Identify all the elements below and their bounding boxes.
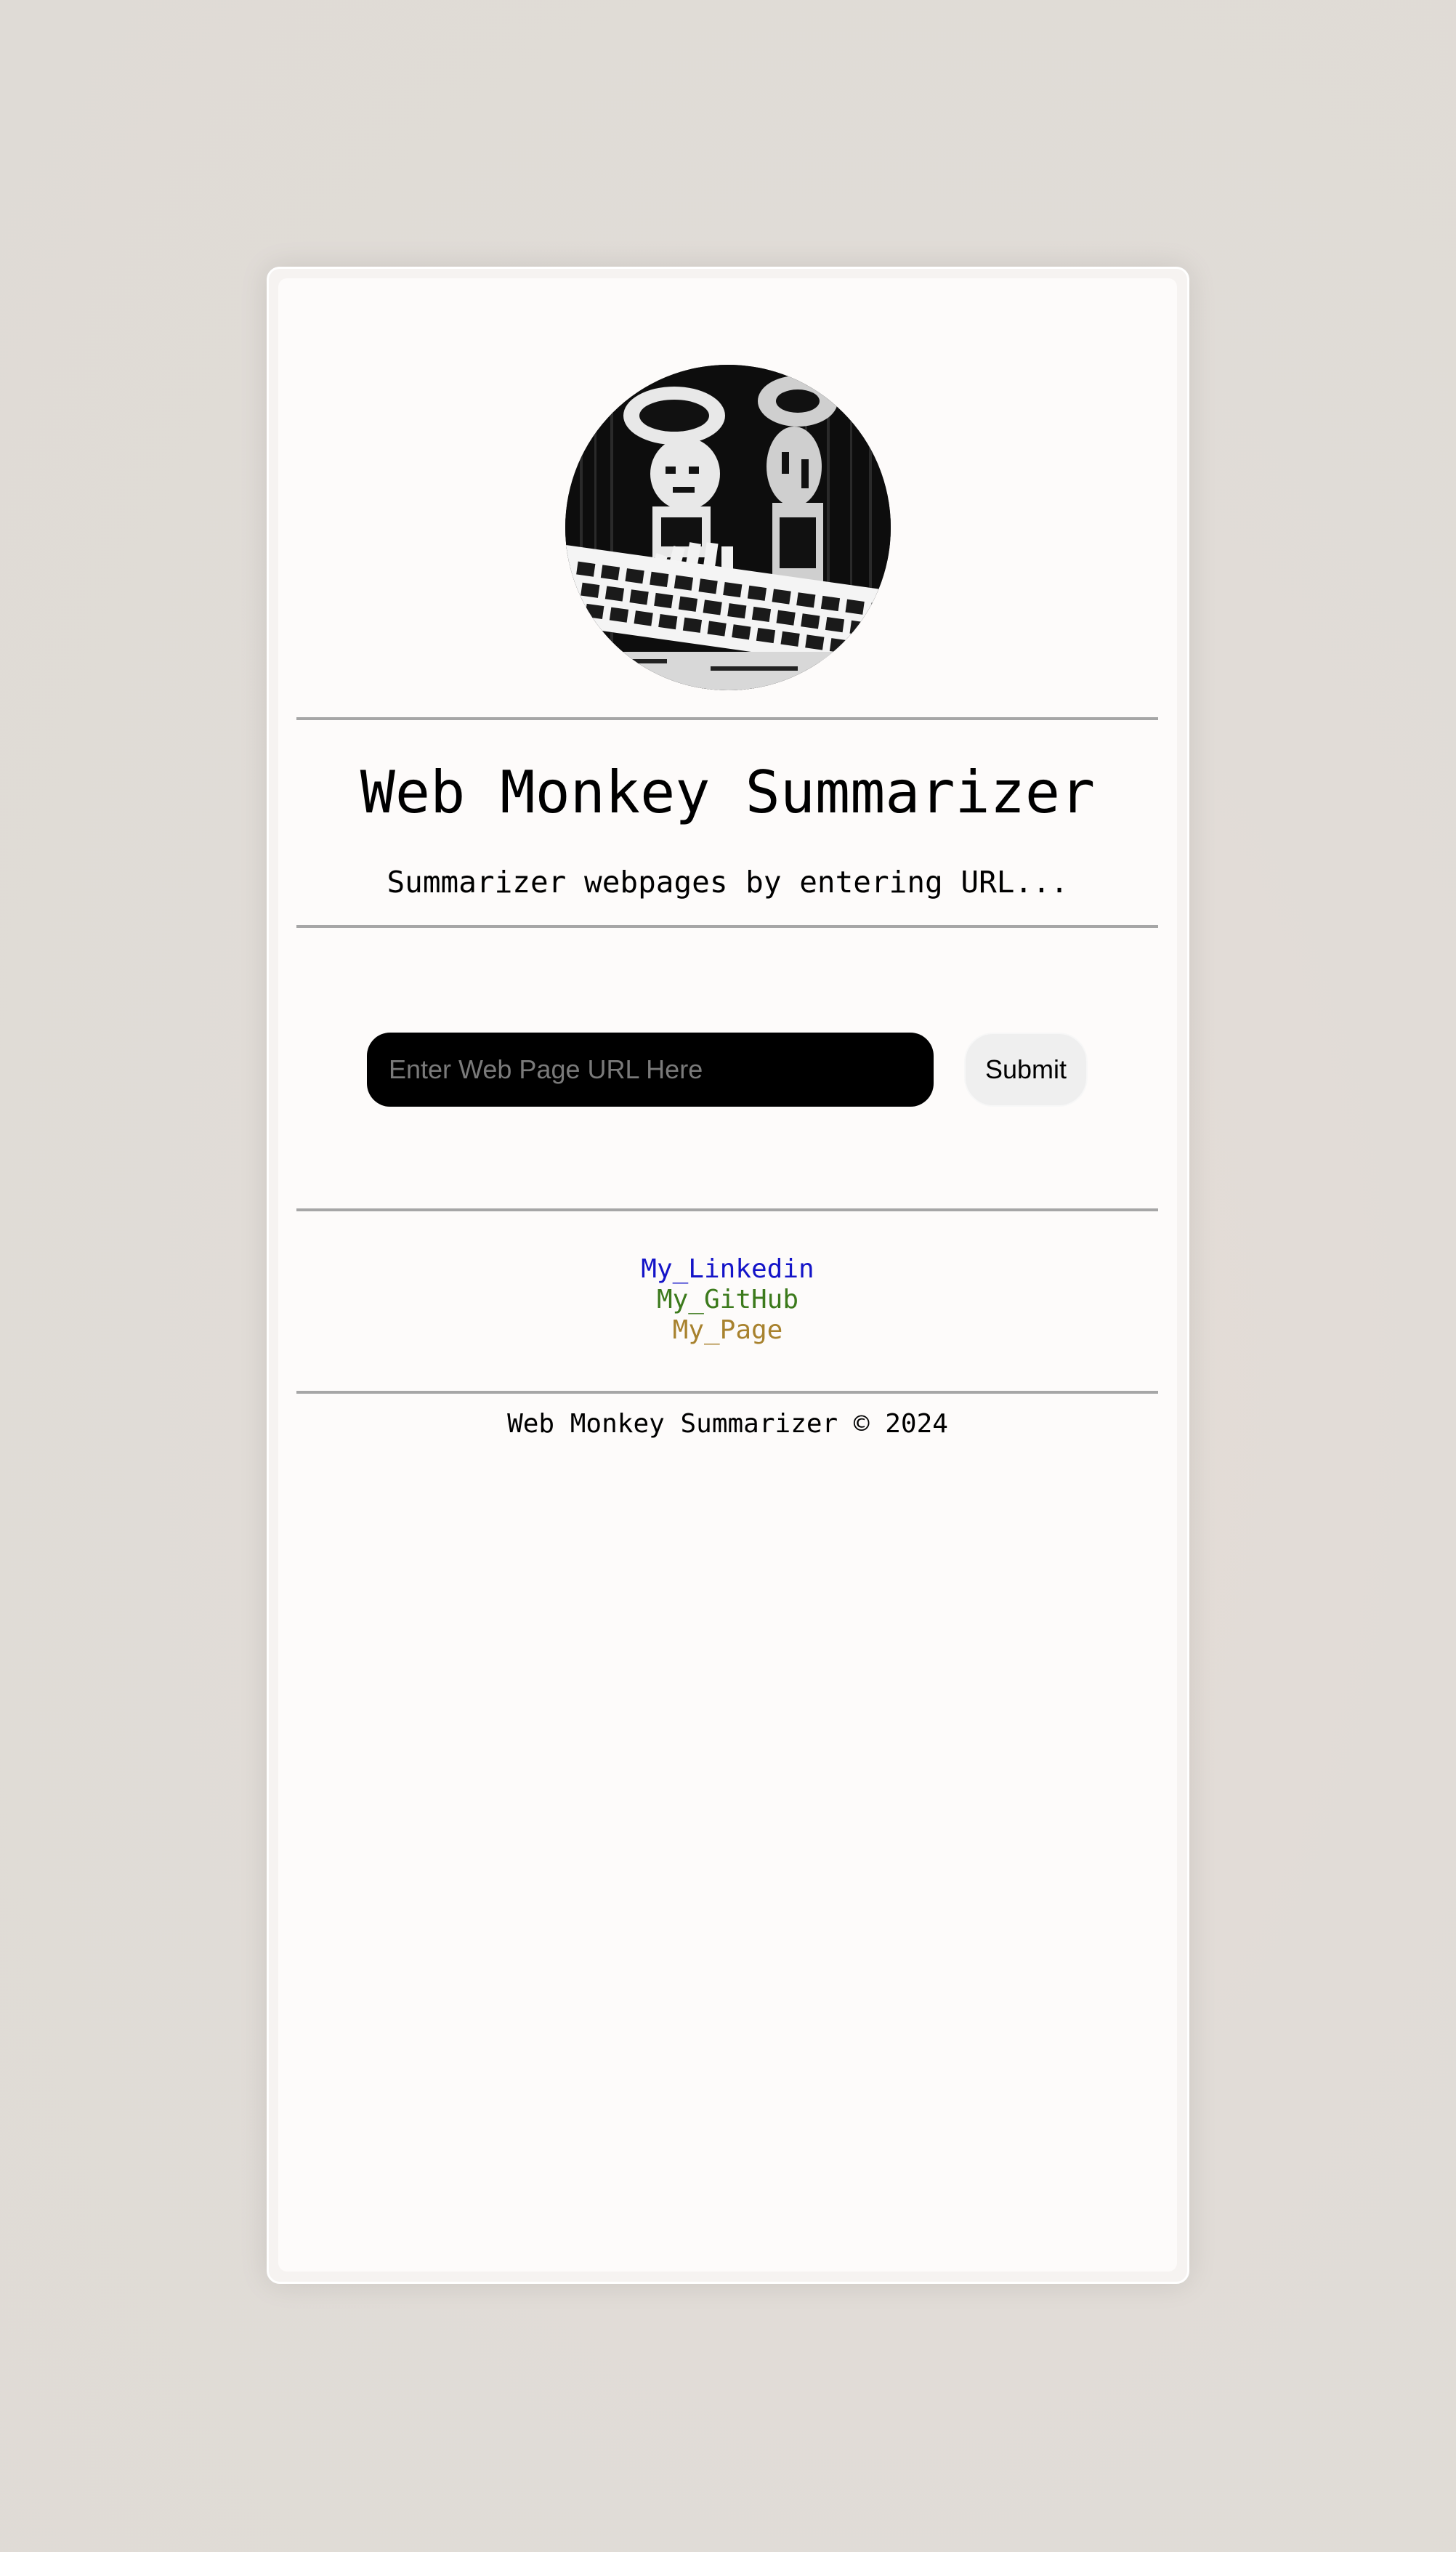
personal-page-link[interactable]: My_Page	[278, 1315, 1177, 1346]
social-links: My_Linkedin My_GitHub My_Page	[278, 1254, 1177, 1346]
divider-form	[296, 1208, 1158, 1211]
footer-copyright: Web Monkey Summarizer © 2024	[507, 1409, 948, 1439]
url-input[interactable]	[367, 1033, 934, 1107]
avatar	[565, 365, 891, 690]
divider-header	[296, 925, 1158, 928]
page-title: Web Monkey Summarizer	[360, 759, 1096, 826]
monkey-keyboard-image	[565, 365, 891, 690]
submit-button[interactable]: Submit	[964, 1033, 1088, 1107]
linkedin-link[interactable]: My_Linkedin	[278, 1254, 1177, 1285]
divider-footer	[296, 1391, 1158, 1394]
github-link[interactable]: My_GitHub	[278, 1285, 1177, 1315]
divider-top	[296, 717, 1158, 720]
page-subtitle: Summarizer webpages by entering URL...	[387, 865, 1069, 900]
